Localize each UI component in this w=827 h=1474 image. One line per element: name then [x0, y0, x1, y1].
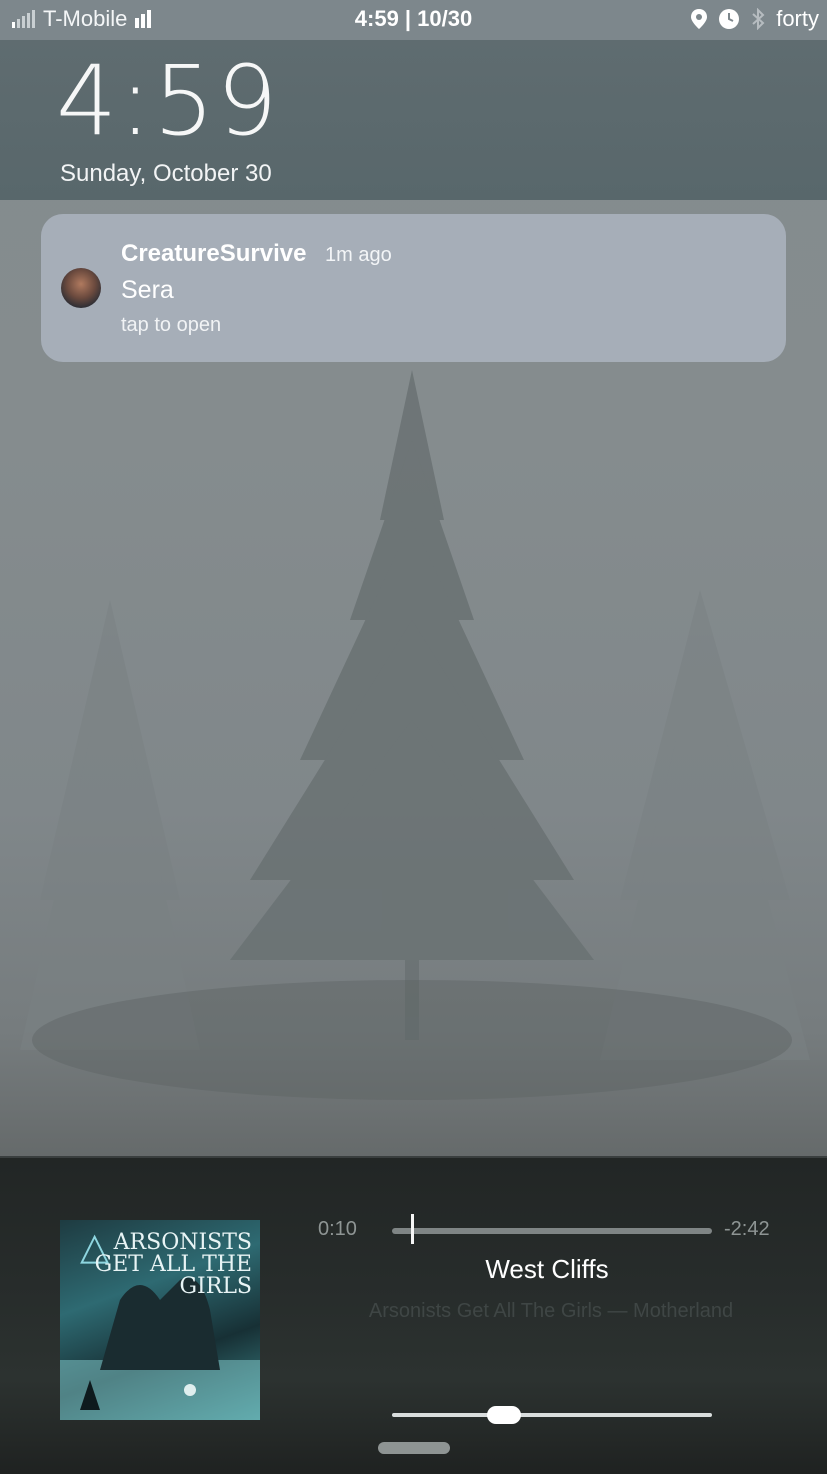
music-player: △ ARSONISTS GET ALL THE GIRLS 0:10 -2:42… [0, 1156, 827, 1474]
volume-slider[interactable] [392, 1413, 712, 1417]
volume-knob[interactable] [487, 1406, 521, 1424]
track-title: West Cliffs [485, 1254, 609, 1284]
notification-time: 1m ago [325, 244, 392, 266]
status-bar: T-Mobile 4:59 | 10/30 forty [0, 0, 827, 40]
lock-header: 4:59 Sunday, October 30 [0, 40, 827, 200]
alarm-icon [719, 9, 740, 29]
location-icon [691, 9, 708, 29]
notification-title: Sera [121, 276, 174, 304]
notification-app-name: CreatureSurvive [121, 240, 307, 267]
avatar [61, 268, 101, 308]
status-right-label: forty [776, 6, 819, 31]
progress-bar[interactable] [392, 1228, 712, 1234]
progress-scrubber[interactable] [411, 1214, 415, 1244]
lock-date: Sunday, October 30 [60, 160, 272, 187]
lock-clock: 4:59 [56, 45, 280, 157]
notification-card[interactable]: CreatureSurvive 1m ago Sera tap to open [41, 214, 786, 362]
remaining-time: -2:42 [724, 1218, 770, 1240]
track-artist-album: Arsonists Get All The Girls — Motherland [368, 1300, 734, 1322]
album-art[interactable]: △ ARSONISTS GET ALL THE GIRLS [60, 1220, 260, 1420]
album-art-text: ARSONISTS GET ALL THE GIRLS [94, 1230, 252, 1299]
elapsed-time: 0:10 [318, 1218, 357, 1240]
notification-hint: tap to open [121, 314, 222, 336]
home-indicator[interactable] [378, 1442, 450, 1454]
bluetooth-icon [752, 8, 765, 30]
